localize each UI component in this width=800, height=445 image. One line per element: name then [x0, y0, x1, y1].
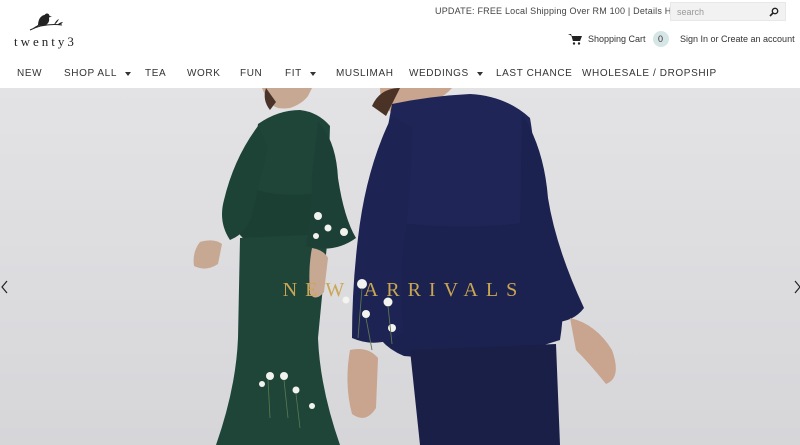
main-nav: NEW SHOP ALL TEA WORK FUN FIT MUSLIMAH W… [0, 60, 800, 88]
promo-banner-link[interactable]: UPDATE: FREE Local Shipping Over RM 100 … [435, 6, 691, 16]
nav-item-shop-all[interactable]: SHOP ALL [64, 68, 131, 79]
brand-logo[interactable]: twenty3 [14, 8, 80, 49]
nav-label: WEDDINGS [409, 68, 469, 79]
search-icon[interactable] [769, 7, 779, 17]
nav-label: NEW [17, 68, 43, 79]
site-header: twenty3 UPDATE: FREE Local Shipping Over… [0, 0, 800, 60]
account-link[interactable]: Sign In or Create an account [680, 34, 795, 44]
nav-label: MUSLIMAH [336, 68, 394, 79]
chevron-right-icon[interactable] [792, 279, 800, 295]
cart-label: Shopping Cart [588, 34, 646, 44]
nav-label: SHOP ALL [64, 68, 117, 79]
nav-item-tea[interactable]: TEA [145, 68, 166, 79]
nav-item-wholesale[interactable]: WHOLESALE / DROPSHIP [582, 68, 717, 79]
nav-label: FUN [240, 68, 263, 79]
model-navy-outfit [342, 88, 616, 445]
nav-item-last-chance[interactable]: LAST CHANCE [496, 68, 572, 79]
nav-label: TEA [145, 68, 167, 79]
nav-item-work[interactable]: WORK [187, 68, 221, 79]
shopping-cart-link[interactable]: Shopping Cart 0 [568, 31, 669, 47]
logo-text: twenty3 [14, 34, 77, 49]
nav-item-weddings[interactable]: WEDDINGS [409, 68, 483, 79]
hero-image [193, 88, 616, 445]
chevron-left-icon[interactable] [0, 279, 10, 295]
hero-banner[interactable]: NEW ARRIVALS [0, 88, 800, 445]
nav-label: WHOLESALE / DROPSHIP [582, 68, 717, 79]
bird-logo-icon [29, 13, 63, 31]
nav-item-new[interactable]: NEW [17, 68, 42, 79]
model-green-outfit [193, 88, 356, 445]
hero-title: NEW ARRIVALS [282, 279, 526, 301]
cart-icon [568, 34, 582, 45]
nav-item-fit[interactable]: FIT [285, 68, 316, 79]
nav-item-muslimah[interactable]: MUSLIMAH [336, 68, 394, 79]
caret-down-icon [309, 71, 316, 76]
caret-down-icon [476, 71, 483, 76]
nav-label: LAST CHANCE [496, 68, 573, 79]
search-input[interactable] [677, 5, 767, 18]
nav-label: WORK [187, 68, 221, 79]
caret-down-icon [124, 71, 131, 76]
cart-count-badge: 0 [652, 31, 669, 47]
nav-label: FIT [285, 68, 302, 79]
nav-item-fun[interactable]: FUN [240, 68, 262, 79]
search-box [670, 2, 786, 21]
